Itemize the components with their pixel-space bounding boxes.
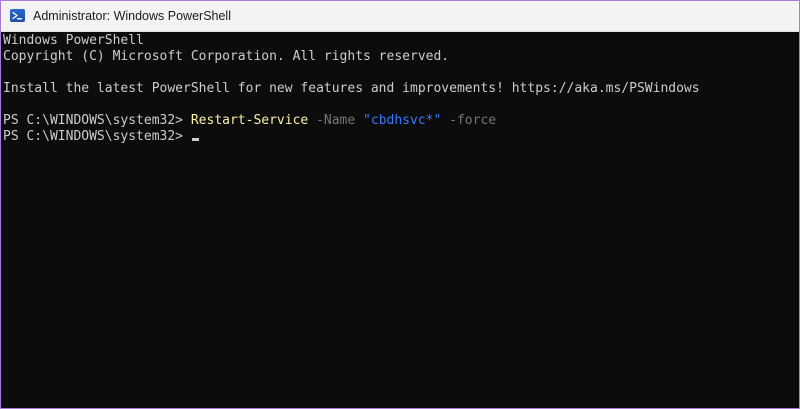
copyright-line: Copyright (C) Microsoft Corporation. All… bbox=[3, 49, 450, 64]
powershell-window: Administrator: Windows PowerShell Window… bbox=[0, 0, 800, 409]
command-name: Restart-Service bbox=[190, 113, 309, 128]
header-line: Windows PowerShell bbox=[3, 33, 144, 48]
title-bar[interactable]: Administrator: Windows PowerShell bbox=[1, 1, 799, 32]
text-cursor bbox=[191, 138, 199, 141]
prompt: PS C:\WINDOWS\system32> bbox=[3, 129, 191, 144]
input-line[interactable]: PS C:\WINDOWS\system32> bbox=[3, 129, 199, 145]
command-line: PS C:\WINDOWS\system32> Restart-Service … bbox=[3, 113, 496, 129]
window-title: Administrator: Windows PowerShell bbox=[33, 9, 231, 23]
notice-line: Install the latest PowerShell for new fe… bbox=[3, 81, 700, 96]
console-output[interactable]: Windows PowerShell Copyright (C) Microso… bbox=[1, 32, 799, 408]
prompt: PS C:\WINDOWS\system32> bbox=[3, 113, 191, 128]
command-value: "cbdhsvc*" bbox=[363, 113, 442, 128]
command-flag: -force bbox=[441, 113, 497, 128]
command-parameter: -Name bbox=[308, 113, 364, 128]
powershell-icon bbox=[10, 9, 25, 22]
